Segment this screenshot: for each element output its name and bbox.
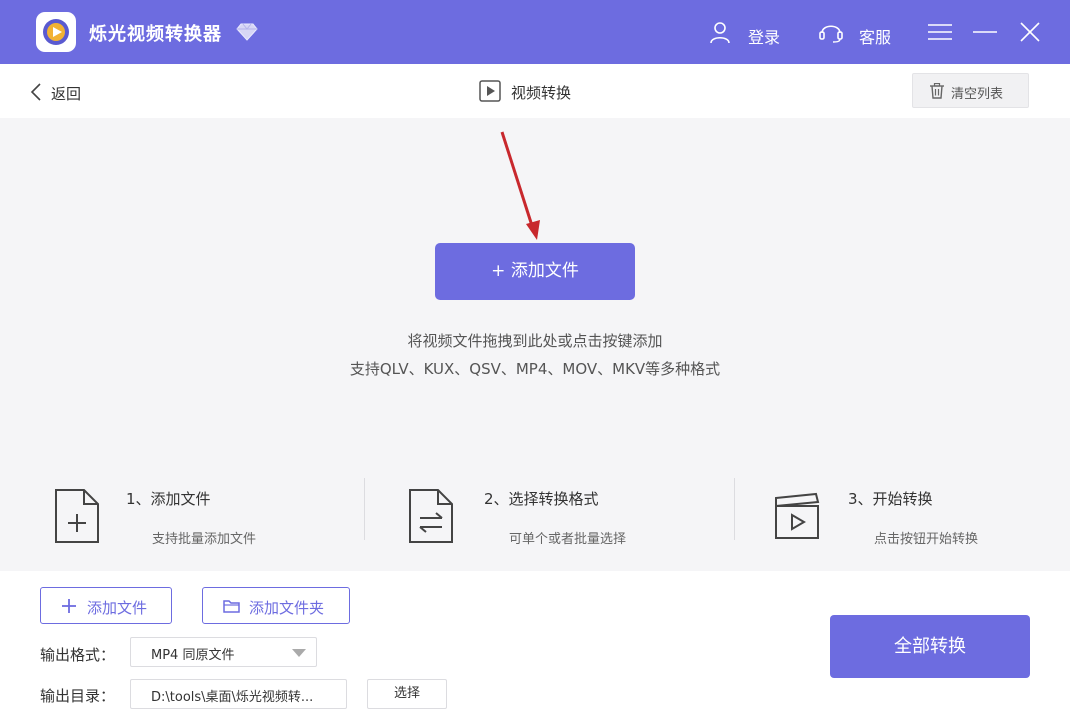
output-format-label: 输出格式： [40,646,116,664]
trash-icon [930,83,944,99]
back-chevron-icon[interactable] [30,83,44,101]
menu-icon[interactable] [928,22,952,42]
step-title: 2、选择转换格式 [484,490,599,508]
sub-header: 返回 视频转换 清空列表 [0,64,1070,118]
output-dir-value: D:\tools\桌面\烁光视频转... [151,690,314,705]
add-file-button[interactable]: 添加文件 [40,587,172,624]
add-file-icon [55,489,99,543]
file-drop-area[interactable]: + 添加文件 将视频文件拖拽到此处或点击按键添加 支持QLV、KUX、QSV、M… [0,118,1070,571]
page-title: 视频转换 [511,84,572,102]
plus-icon [62,599,76,613]
add-file-main-button[interactable]: + 添加文件 [435,243,635,300]
clear-list-label: 清空列表 [951,87,1004,102]
back-button[interactable]: 返回 [51,83,81,104]
output-format-value: MP4 同原文件 [151,648,235,663]
bottom-panel: 添加文件 添加文件夹 输出格式： MP4 同原文件 输出目录： D:\tools… [0,571,1070,720]
add-folder-button[interactable]: 添加文件夹 [202,587,350,624]
step-description: 可单个或者批量选择 [509,532,627,547]
choose-dir-button[interactable]: 选择 [367,679,447,709]
step-description: 点击按钮开始转换 [874,532,979,547]
clear-list-button[interactable]: 清空列表 [912,73,1029,108]
output-dir-label: 输出目录： [40,687,116,705]
step-select-format: 2、选择转换格式 可单个或者批量选择 [408,478,708,548]
output-dir-field[interactable]: D:\tools\桌面\烁光视频转... [130,679,347,709]
clapperboard-play-icon [775,492,820,539]
red-arrow-annotation [500,131,540,240]
step-add-file: 1、添加文件 支持批量添加文件 [54,478,344,548]
step-title: 1、添加文件 [126,490,211,508]
login-link[interactable]: 登录 [748,24,780,48]
title-bar: 烁光视频转换器 登录 客服 [0,0,1070,64]
app-title: 烁光视频转换器 [89,24,222,45]
step-title: 3、开始转换 [848,490,933,508]
user-icon[interactable] [708,20,732,44]
app-logo-icon [36,12,76,52]
close-icon[interactable] [1019,22,1041,42]
convert-format-icon [409,489,453,543]
headset-icon[interactable] [818,20,844,44]
convert-all-button[interactable]: 全部转换 [830,615,1030,678]
add-folder-label: 添加文件夹 [249,599,325,617]
drop-hint-text: 将视频文件拖拽到此处或点击按键添加 [407,332,663,350]
chevron-down-icon [292,649,306,657]
diamond-vip-icon[interactable] [236,22,258,42]
supported-formats-text: 支持QLV、KUX、QSV、MP4、MOV、MKV等多种格式 [349,360,721,378]
video-play-icon [479,80,501,102]
step-divider [734,478,735,540]
output-format-select[interactable]: MP4 同原文件 [130,637,317,667]
folder-icon [223,600,240,613]
customer-service-link[interactable]: 客服 [859,24,891,48]
step-start-convert: 3、开始转换 点击按钮开始转换 [774,478,1024,548]
step-description: 支持批量添加文件 [152,532,257,547]
minimize-icon[interactable] [973,22,997,42]
add-file-label: 添加文件 [87,599,148,617]
step-divider [364,478,365,540]
